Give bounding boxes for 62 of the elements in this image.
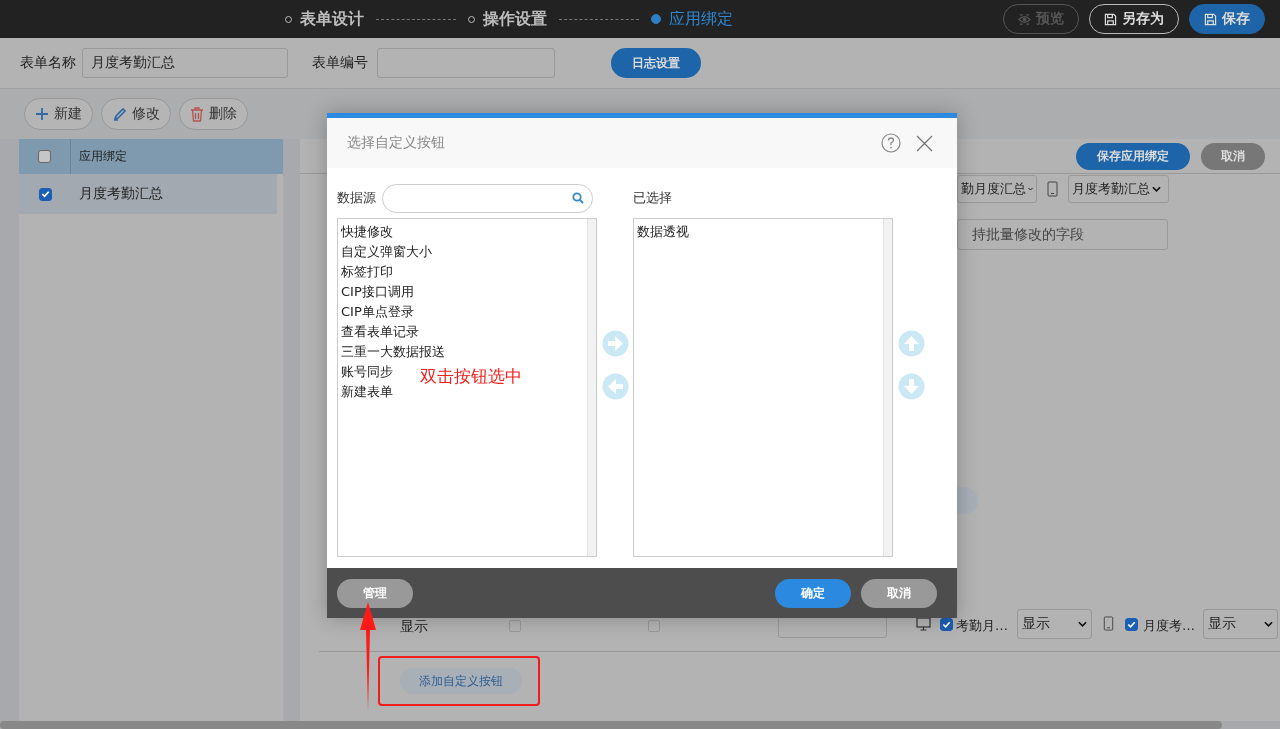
list-row[interactable]: 月度考勤汇总: [19, 174, 277, 214]
search-icon: [572, 192, 584, 204]
plus-icon: [35, 107, 49, 121]
checkbox[interactable]: [38, 150, 51, 163]
checkbox[interactable]: [509, 620, 521, 632]
list-item[interactable]: 查看表单记录: [341, 322, 419, 342]
scrollbar[interactable]: [883, 219, 892, 556]
mobile-phone-icon: [1103, 616, 1114, 631]
mobile-phone-icon: [1047, 181, 1058, 197]
template-name: 考勤月…: [956, 617, 1008, 635]
pencil-icon: [112, 106, 127, 122]
delete-button[interactable]: 删除: [179, 98, 248, 130]
list-item[interactable]: 三重一大数据报送: [341, 342, 445, 362]
data-source-label: 数据源: [337, 189, 376, 207]
save-binding-button[interactable]: 保存应用绑定: [1076, 142, 1190, 170]
help-icon[interactable]: [881, 133, 901, 153]
checkbox[interactable]: [1125, 618, 1138, 631]
selected-label: 已选择: [633, 189, 672, 207]
display-select[interactable]: 显示: [1203, 609, 1278, 639]
scrollbar[interactable]: [0, 721, 1222, 729]
display-select[interactable]: 显示: [1017, 609, 1092, 639]
edit-button[interactable]: 修改: [101, 98, 171, 130]
caret-icon: [1152, 186, 1161, 192]
mobile-template-select[interactable]: 月度考勤汇总: [1068, 175, 1169, 203]
form-code-label: 表单编号: [312, 54, 368, 72]
dialog-title: 选择自定义按钮: [347, 134, 445, 152]
checkbox[interactable]: [648, 620, 660, 632]
list-item[interactable]: 账号同步: [341, 362, 393, 382]
list-item[interactable]: 数据透视: [637, 222, 689, 242]
list-item[interactable]: 新建表单: [341, 382, 393, 402]
column-header: 应用绑定: [78, 148, 127, 165]
close-icon[interactable]: [916, 134, 933, 152]
add-button[interactable]: 新建: [24, 98, 93, 130]
checkbox[interactable]: [38, 187, 52, 201]
batch-edit-field[interactable]: 持批量修改的字段: [957, 219, 1168, 250]
trash-icon: [190, 106, 204, 122]
list-item[interactable]: 快捷修改: [341, 222, 393, 242]
caret-icon: [1078, 621, 1087, 627]
list-cell-text: 月度考勤汇总: [78, 185, 163, 203]
checkbox[interactable]: [940, 618, 953, 631]
caret-icon: [1028, 186, 1033, 192]
list-item[interactable]: 自定义弹窗大小: [341, 242, 432, 262]
scrollbar[interactable]: [587, 219, 596, 556]
form-name-field[interactable]: 月度考勤汇总: [82, 48, 288, 78]
list-item[interactable]: CIP接口调用: [341, 282, 414, 302]
step-label[interactable]: 操作设置: [483, 8, 547, 30]
caret-icon: [1264, 621, 1273, 627]
list-item[interactable]: 标签打印: [341, 262, 393, 282]
template-name: 月度考…: [1143, 617, 1195, 635]
monitor-icon: [916, 617, 931, 631]
eye-icon: [1018, 12, 1031, 26]
form-name-label: 表单名称: [20, 54, 76, 72]
hint-text: 双击按钮选中: [420, 365, 522, 388]
pc-template-select[interactable]: 勤月度汇总: [957, 175, 1037, 203]
row-label: 显示: [400, 618, 428, 636]
log-settings-button[interactable]: 日志设置: [611, 48, 701, 78]
save-button[interactable]: 保存: [1189, 4, 1265, 34]
step-label[interactable]: 应用绑定: [669, 8, 733, 30]
confirm-button[interactable]: 确定: [775, 578, 851, 608]
list-item[interactable]: CIP单点登录: [341, 302, 414, 322]
form-code-field[interactable]: [377, 48, 555, 78]
step-label[interactable]: 表单设计: [300, 8, 364, 30]
